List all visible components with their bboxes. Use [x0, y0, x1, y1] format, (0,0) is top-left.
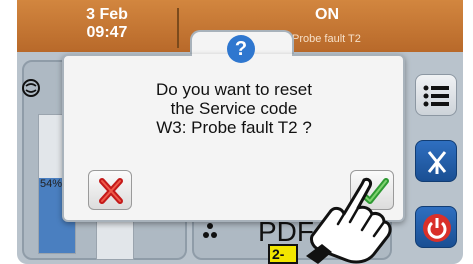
dialog-message-line: W3: Probe fault T2 ?: [156, 118, 312, 137]
compressor-icon: [22, 79, 40, 97]
dialog-message: Do you want to reset the Service code W3…: [76, 80, 392, 137]
pointing-hand-icon: [306, 177, 392, 264]
fault-status: Probe fault T2: [292, 33, 361, 45]
dialog-message-line: Do you want to reset: [156, 80, 312, 99]
menu-button[interactable]: [415, 74, 457, 116]
cancel-button[interactable]: [88, 170, 132, 210]
cross-icon: [99, 178, 123, 204]
list-menu-icon: [423, 85, 449, 107]
valve-button[interactable]: [415, 140, 457, 182]
header-divider: [177, 8, 179, 48]
dialog-message-line: the Service code: [170, 99, 298, 118]
fan-icon: [203, 223, 217, 238]
date-label: 3 Feb: [86, 6, 128, 23]
question-icon: ?: [227, 35, 255, 63]
unit-status: ON: [315, 6, 339, 23]
valve-icon: [427, 151, 447, 174]
step-badge: 2-: [268, 244, 298, 264]
time-label: 09:47: [86, 24, 128, 41]
level-bar-secondary: [96, 218, 134, 260]
power-button[interactable]: [415, 206, 457, 248]
power-icon: [423, 214, 451, 242]
level-percent: 54%: [40, 178, 63, 190]
